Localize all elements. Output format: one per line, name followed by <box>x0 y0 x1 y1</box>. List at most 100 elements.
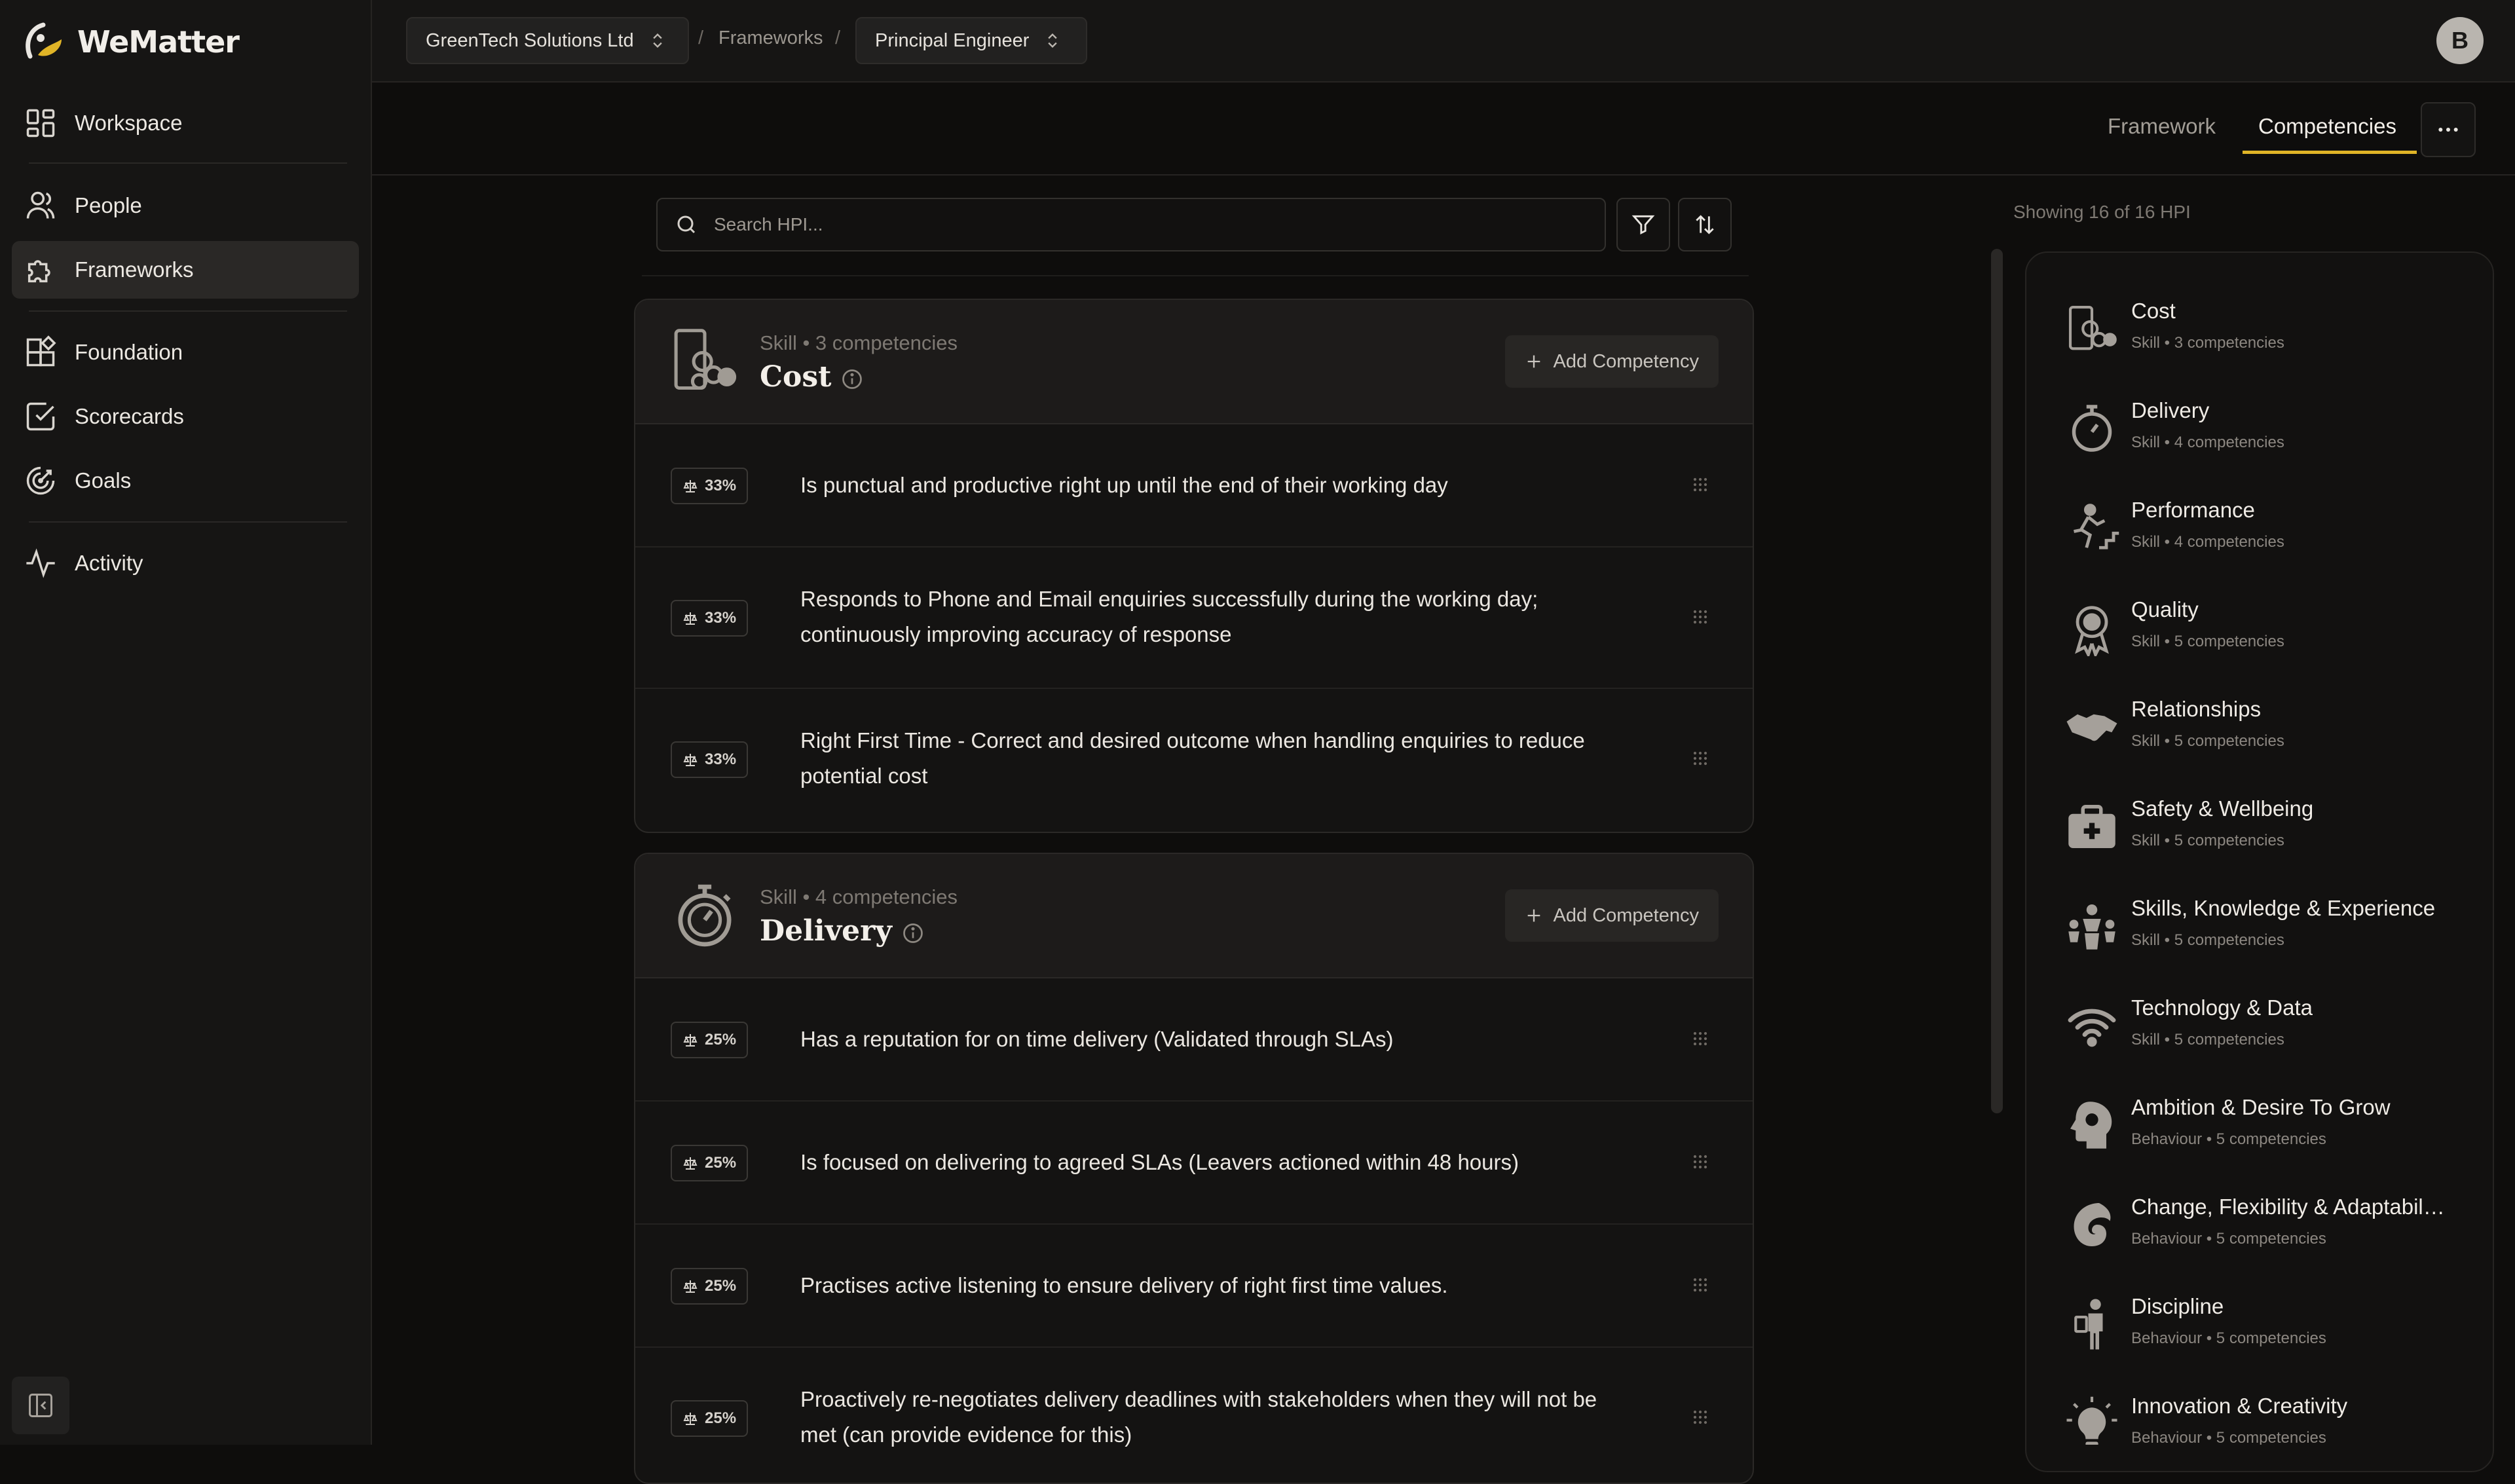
chevrons-up-down-icon <box>1043 31 1062 50</box>
competency-row[interactable]: 33% Right First Time - Correct and desir… <box>635 689 1753 829</box>
sidebar-item-scorecards[interactable]: Scorecards <box>12 388 359 445</box>
hpi-list-item-delivery[interactable]: Delivery Skill • 4 competencies <box>2063 386 2482 472</box>
hpi-list-subtitle: Behaviour • 5 competencies <box>2131 1230 2326 1248</box>
more-horizontal-icon <box>2435 117 2461 143</box>
org-selector[interactable]: GreenTech Solutions Ltd <box>406 17 689 64</box>
sidebar-item-label: Scorecards <box>75 404 184 428</box>
layout-grid-icon <box>24 106 58 140</box>
card-header: Skill • 4 competencies Delivery Add Comp… <box>635 854 1753 978</box>
competency-row[interactable]: 33% Is punctual and productive right up … <box>635 424 1753 547</box>
hpi-list-item-discipline[interactable]: Discipline Behaviour • 5 competencies <box>2063 1282 2482 1367</box>
divider <box>642 275 1749 276</box>
hpi-list-title: Innovation & Creativity <box>2131 1394 2348 1418</box>
hpi-list-title: Performance <box>2131 498 2255 522</box>
weight-badge: 33% <box>671 600 749 637</box>
hpi-list-subtitle: Behaviour • 5 competencies <box>2131 1429 2326 1445</box>
stopwatch-icon <box>2063 399 2121 457</box>
tab-competencies[interactable]: Competencies <box>2258 114 2396 139</box>
weight-badge: 25% <box>671 1022 749 1058</box>
hpi-list-item-skills-knowledge-experience[interactable]: Skills, Knowledge & Experience Skill • 5… <box>2063 884 2482 969</box>
competency-text: Has a reputation for on time delivery (V… <box>800 1027 1394 1051</box>
competency-row[interactable]: 33% Responds to Phone and Email enquirie… <box>635 547 1753 689</box>
hpi-list-title: Ambition & Desire To Grow <box>2131 1095 2391 1119</box>
award-badge-icon <box>2063 599 2121 656</box>
drag-handle-icon[interactable] <box>1690 748 1711 769</box>
hpi-list-item-quality[interactable]: Quality Skill • 5 competencies <box>2063 585 2482 671</box>
breadcrumb-frameworks[interactable]: Frameworks <box>718 28 823 49</box>
hpi-list-item-cost[interactable]: Cost Skill • 3 competencies <box>2063 287 2482 372</box>
hpi-list-subtitle: Behaviour • 5 competencies <box>2131 1329 2326 1347</box>
hpi-list-item-performance[interactable]: Performance Skill • 4 competencies <box>2063 486 2482 571</box>
add-competency-button[interactable]: Add Competency <box>1504 889 1719 942</box>
drag-handle-icon[interactable] <box>1690 474 1711 495</box>
card-header: Skill • 3 competencies Cost Add Competen… <box>635 300 1753 424</box>
hpi-list-item-innovation-creativity[interactable]: Innovation & Creativity Behaviour • 5 co… <box>2063 1382 2482 1445</box>
card-title: Cost <box>760 360 864 394</box>
info-icon[interactable] <box>840 367 864 391</box>
add-competency-label: Add Competency <box>1553 350 1699 372</box>
cost-coins-icon <box>2063 300 2121 358</box>
sidebar-item-people[interactable]: People <box>12 177 359 234</box>
active-tab-indicator <box>2243 151 2417 154</box>
scrollbar[interactable] <box>1991 249 2003 1113</box>
add-competency-button[interactable]: Add Competency <box>1504 335 1719 388</box>
drag-handle-icon[interactable] <box>1690 1028 1711 1049</box>
check-square-icon <box>24 399 58 434</box>
info-icon[interactable] <box>901 921 925 945</box>
breadcrumb-separator: / <box>698 28 704 48</box>
hpi-list-item-technology-data[interactable]: Technology & Data Skill • 5 competencies <box>2063 984 2482 1069</box>
filter-icon <box>1631 212 1656 237</box>
more-options-button[interactable] <box>2421 102 2476 157</box>
sidebar-item-label: Frameworks <box>75 257 194 282</box>
sort-button[interactable] <box>1678 198 1732 251</box>
tab-framework[interactable]: Framework <box>2108 114 2216 139</box>
sidebar-item-activity[interactable]: Activity <box>12 534 359 592</box>
sidebar-item-label: Activity <box>75 551 143 575</box>
competency-text: Is punctual and productive right up unti… <box>800 473 1448 497</box>
competency-row[interactable]: 25% Is focused on delivering to agreed S… <box>635 1102 1753 1225</box>
search-input[interactable] <box>713 213 1567 236</box>
drag-handle-icon[interactable] <box>1690 1151 1711 1172</box>
drag-handle-icon[interactable] <box>1690 1274 1711 1295</box>
head-gear-icon <box>2063 1096 2121 1154</box>
scale-icon <box>682 610 698 626</box>
collapse-sidebar-button[interactable] <box>12 1377 69 1434</box>
competency-row[interactable]: 25% Has a reputation for on time deliver… <box>635 978 1753 1102</box>
person-clipboard-icon <box>2063 1295 2121 1353</box>
weight-badge: 25% <box>671 1145 749 1181</box>
sidebar-item-goals[interactable]: Goals <box>12 452 359 510</box>
running-stairs-icon <box>2063 499 2121 557</box>
hpi-list-item-relationships[interactable]: Relationships Skill • 5 competencies <box>2063 685 2482 770</box>
sidebar-divider <box>29 521 347 523</box>
weight-value: 33% <box>705 751 737 768</box>
drag-handle-icon[interactable] <box>1690 606 1711 627</box>
competency-text: Proactively re-negotiates delivery deadl… <box>800 1387 1597 1447</box>
sidebar-item-frameworks[interactable]: Frameworks <box>12 241 359 299</box>
hpi-list-title: Discipline <box>2131 1294 2224 1318</box>
org-name: GreenTech Solutions Ltd <box>426 29 634 51</box>
competency-row[interactable]: 25% Practises active listening to ensure… <box>635 1225 1753 1348</box>
role-selector[interactable]: Principal Engineer <box>855 17 1087 64</box>
filter-button[interactable] <box>1616 198 1670 251</box>
competency-row[interactable]: 25% Proactively re-negotiates delivery d… <box>635 1348 1753 1483</box>
card-title: Delivery <box>760 914 925 948</box>
hpi-list-title: Cost <box>2131 299 2176 323</box>
brand[interactable]: WeMatter <box>21 18 240 65</box>
sidebar-item-workspace[interactable]: Workspace <box>12 94 359 152</box>
drag-handle-icon[interactable] <box>1690 1407 1711 1428</box>
hpi-list-item-safety-wellbeing[interactable]: Safety & Wellbeing Skill • 5 competencie… <box>2063 785 2482 870</box>
hpi-list-item-ambition-desire-to-grow[interactable]: Ambition & Desire To Grow Behaviour • 5 … <box>2063 1083 2482 1168</box>
brand-name: WeMatter <box>77 24 240 60</box>
search-bar[interactable] <box>656 198 1606 251</box>
hpi-list-item-change-flexibility-adaptability[interactable]: Change, Flexibility & Adaptabil… Behavio… <box>2063 1183 2482 1268</box>
sidebar-item-foundation[interactable]: Foundation <box>12 324 359 381</box>
competency-text: Responds to Phone and Email enquiries su… <box>800 587 1538 646</box>
sidebar-divider <box>29 310 347 312</box>
card-meta: Skill • 4 competencies <box>760 885 958 908</box>
competency-text: Is focused on delivering to agreed SLAs … <box>800 1150 1519 1174</box>
hpi-list-subtitle: Skill • 3 competencies <box>2131 334 2284 352</box>
avatar[interactable]: B <box>2436 17 2484 64</box>
top-bar: GreenTech Solutions Ltd / Frameworks / P… <box>372 0 2515 83</box>
hpi-list-title: Safety & Wellbeing <box>2131 796 2314 821</box>
hpi-list-subtitle: Skill • 5 competencies <box>2131 1031 2284 1048</box>
